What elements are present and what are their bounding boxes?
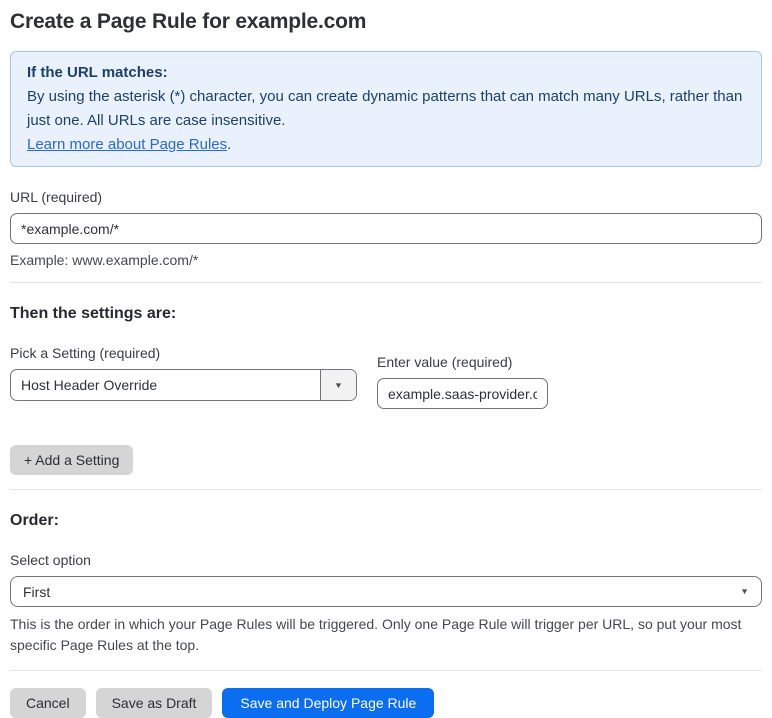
setting-value-input[interactable] xyxy=(377,378,548,409)
pick-setting-selected-value: Host Header Override xyxy=(21,377,158,393)
footer-actions: Cancel Save as Draft Save and Deploy Pag… xyxy=(10,688,762,718)
chevron-down-icon: ▼ xyxy=(740,586,749,596)
url-section: URL (required) Example: www.example.com/… xyxy=(10,189,762,268)
link-period: . xyxy=(227,136,232,153)
save-as-draft-button[interactable]: Save as Draft xyxy=(95,688,213,718)
url-matches-info-box: If the URL matches: By using the asteris… xyxy=(10,51,762,167)
divider xyxy=(10,670,762,671)
url-field-label: URL (required) xyxy=(10,189,103,205)
order-section-heading: Order: xyxy=(10,512,59,529)
order-section: Select option First ▼ This is the order … xyxy=(10,552,762,656)
info-box-heading: If the URL matches: xyxy=(27,64,168,81)
save-and-deploy-button[interactable]: Save and Deploy Page Rule xyxy=(222,688,435,718)
settings-section-heading: Then the settings are: xyxy=(10,305,177,322)
page-title: Create a Page Rule for example.com xyxy=(10,10,367,33)
chevron-down-icon: ▼ xyxy=(334,380,343,390)
url-input[interactable] xyxy=(10,213,762,244)
settings-row: Pick a Setting (required) Host Header Ov… xyxy=(10,345,762,409)
enter-value-column: Enter value (required) xyxy=(377,354,548,409)
order-selected-value: First xyxy=(23,583,51,600)
divider xyxy=(10,282,762,283)
learn-more-link[interactable]: Learn more about Page Rules xyxy=(27,136,227,153)
url-example-helper: Example: www.example.com/* xyxy=(10,252,199,268)
order-select-label: Select option xyxy=(10,552,91,568)
pick-setting-column: Pick a Setting (required) Host Header Ov… xyxy=(10,345,357,409)
divider xyxy=(10,489,762,490)
cancel-button[interactable]: Cancel xyxy=(10,688,86,718)
pick-setting-label: Pick a Setting (required) xyxy=(10,345,161,361)
pick-setting-arrow-box: ▼ xyxy=(320,370,356,400)
add-setting-button[interactable]: + Add a Setting xyxy=(10,445,134,475)
enter-value-label: Enter value (required) xyxy=(377,354,513,370)
order-select[interactable]: First ▼ xyxy=(10,576,762,607)
pick-setting-select[interactable]: Host Header Override ▼ xyxy=(10,369,357,401)
info-box-body: By using the asterisk (*) character, you… xyxy=(27,88,743,129)
info-box-link-line: Learn more about Page Rules. xyxy=(27,133,745,157)
order-helper-text: This is the order in which your Page Rul… xyxy=(10,616,742,653)
